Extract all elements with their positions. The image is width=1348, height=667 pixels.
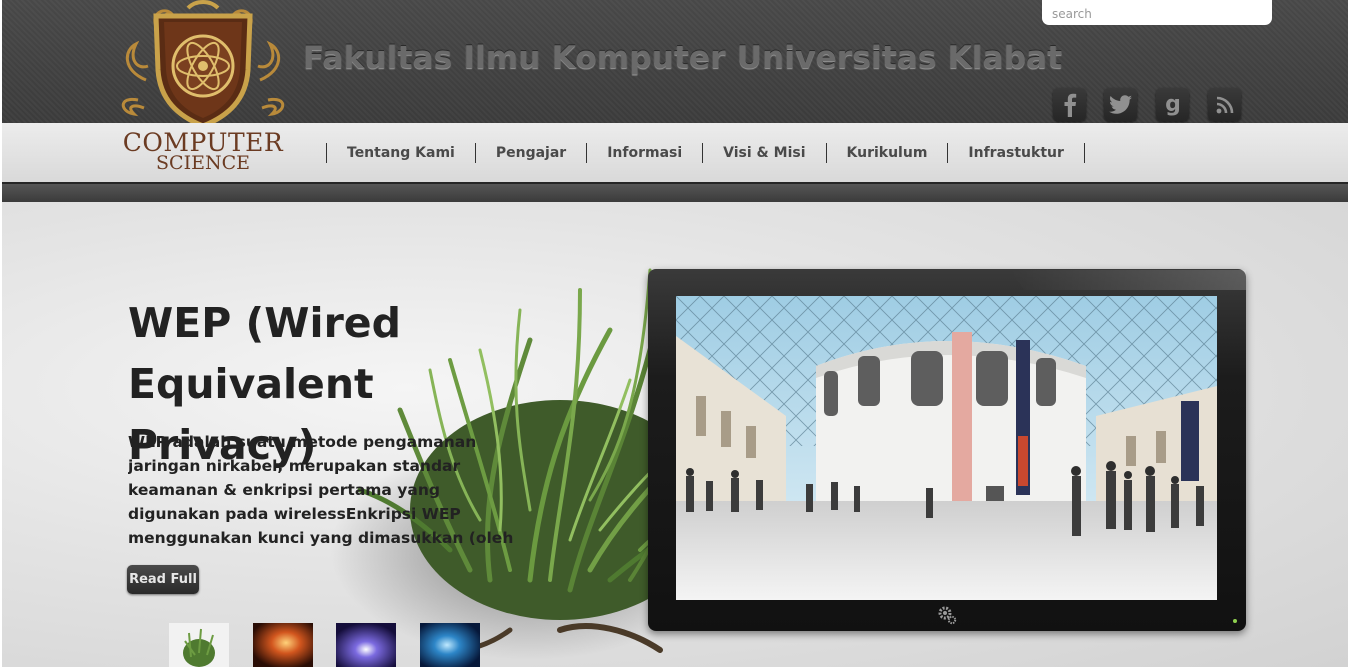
slide-thumbnail-1[interactable] (169, 623, 229, 667)
hero-description: WEP adalah suatu metode pengamanan jarin… (128, 433, 514, 547)
nav-item-pengajar[interactable]: Pengajar (476, 143, 588, 163)
read-full-button[interactable]: Read Full (127, 565, 199, 594)
nav-item-visi-misi[interactable]: Visi & Misi (703, 143, 827, 163)
google-button[interactable]: g (1156, 88, 1189, 121)
nav-item-tentang-kami[interactable]: Tentang Kami (327, 143, 476, 163)
google-icon: g (1165, 93, 1181, 117)
search-input[interactable] (1042, 0, 1272, 25)
slide-thumbnail-2[interactable] (253, 623, 313, 667)
main-nav: Tentang Kami Pengajar Informasi Visi & M… (326, 143, 1085, 163)
settings-gear-icon[interactable] (937, 605, 957, 625)
twitter-icon (1108, 94, 1132, 114)
nav-item-informasi[interactable]: Informasi (587, 143, 704, 163)
site-title: Fakultas Ilmu Komputer Universitas Klaba… (303, 40, 1063, 76)
slide-thumbnail-3[interactable] (336, 623, 396, 667)
slide-image (676, 296, 1217, 600)
slide-thumbnail-4[interactable] (420, 623, 480, 667)
svg-text:g: g (1165, 93, 1181, 117)
nav-bar-underline (2, 182, 1348, 202)
rss-button[interactable] (1208, 88, 1241, 121)
power-led (1233, 619, 1237, 623)
logo-text-science: SCIENCE (156, 152, 250, 174)
nav-item-infrastuktur[interactable]: Infrastuktur (948, 143, 1085, 163)
rss-icon (1216, 96, 1233, 113)
nav-item-kurikulum[interactable]: Kurikulum (827, 143, 949, 163)
facebook-button[interactable] (1053, 88, 1086, 121)
facebook-icon (1064, 93, 1076, 117)
twitter-button[interactable] (1104, 88, 1137, 121)
